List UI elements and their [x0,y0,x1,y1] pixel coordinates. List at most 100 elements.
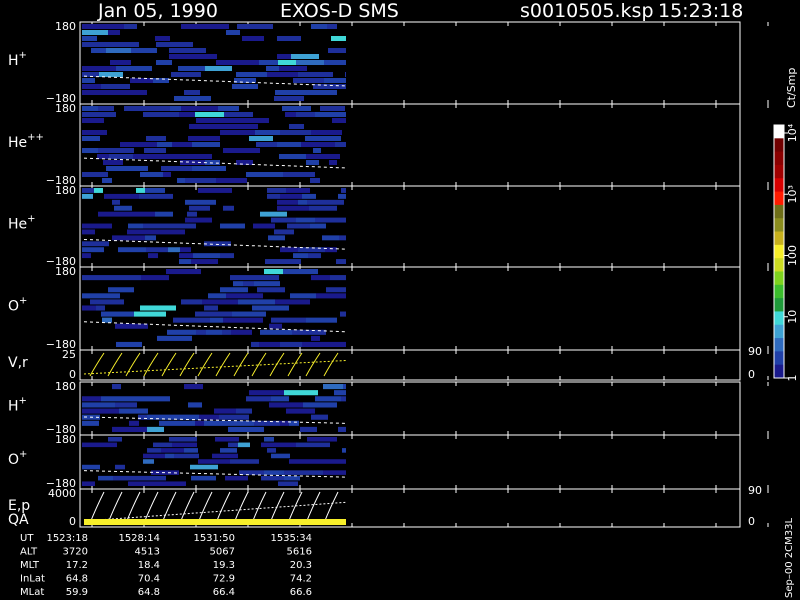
heat-cell [108,437,122,442]
heat-cell [215,437,239,442]
heat-cell [313,148,321,153]
heat-cell [271,396,289,402]
heat-cell [223,205,234,211]
heat-cell [192,166,226,171]
y-max-label: 180 [55,20,76,33]
colorbar-segment [774,258,784,272]
heat-cell [113,275,141,281]
header-file: s0010505.ksp [520,0,654,22]
heat-cell [98,106,114,111]
heat-cell [283,172,302,177]
heat-cell [145,475,166,481]
heat-cell [155,154,182,159]
heat-cell [277,199,298,205]
heat-cell [157,335,192,341]
heat-cell [264,269,283,275]
heat-cell [119,408,148,414]
heat-cell [204,420,238,426]
heat-cell [114,205,132,211]
heat-cell [316,293,346,299]
heat-cell [254,281,280,287]
heat-cell [223,317,247,323]
heat-cell [195,420,204,426]
heat-cell [311,24,327,29]
heat-cell [310,223,326,229]
heat-cell [133,154,155,159]
panel-label: O+ [8,449,27,468]
heat-cell [112,199,120,205]
heat-cell [216,178,247,183]
heat-cell [181,24,201,29]
heat-cell [306,154,340,159]
heat-cell [110,60,131,65]
ephemeris-value: 17.2 [66,560,88,571]
heat-cell [324,78,346,83]
heat-cell [161,166,192,171]
y-max-label: 180 [55,184,76,197]
heat-cell [260,329,292,335]
heat-cell [169,437,197,442]
heat-cell [246,396,271,402]
trace-curve [287,491,303,524]
heat-cell [210,317,223,323]
ephemeris-value: 19.3 [213,560,235,571]
heat-cell [82,275,113,281]
heat-cell [177,178,185,183]
heat-cell [303,402,337,408]
heat-cell [163,172,171,177]
heat-cell [344,259,346,264]
heat-cell [277,205,309,211]
heat-cell [82,464,100,470]
y-max-label: 180 [55,265,76,278]
heat-cell [292,329,326,335]
ephemeris-table: UT 1523:18 1528:14 1531:50 1535:34 ALT 3720 451… [20,533,312,598]
heat-cell [336,259,344,264]
heat-cell [280,130,311,135]
heat-cell [309,205,337,211]
heat-cell [232,311,266,317]
heat-cell [169,54,198,59]
ephemeris-row-label: MLT [20,560,40,571]
panel-label: H+ [8,50,27,69]
heat-cell [185,217,212,223]
heat-cell [257,287,285,293]
heat-cell [311,90,337,95]
heat-cell [199,414,219,420]
heat-cell [296,112,315,117]
heat-cell [182,154,193,159]
heat-cell [259,60,278,65]
heat-cell [212,299,238,305]
heat-cell [330,275,346,281]
heat-cell [302,172,315,177]
heat-cell [329,160,337,165]
heat-cell [301,142,335,147]
heat-cell [130,78,153,83]
heat-cell [320,106,345,111]
heat-cell [128,481,151,486]
heat-cell [193,154,212,159]
heat-cell [238,420,254,426]
heat-cell [102,24,124,29]
trace-curve [305,352,321,377]
heat-cell [120,142,157,147]
heat-cell [264,437,274,442]
heat-cell [184,90,200,95]
heat-cell [82,78,95,83]
heat-cell [191,475,216,481]
heat-cell [345,72,346,77]
heat-cell [279,66,307,71]
heat-cell [175,223,196,229]
heat-cell [327,24,337,29]
heat-cell [167,329,196,335]
heat-cell [129,420,139,426]
heat-cell [305,136,341,141]
heat-cell [134,311,166,317]
heat-cell [296,217,315,223]
heat-cell [322,235,339,241]
heat-cell [226,293,263,299]
heat-cell [184,384,203,390]
ephemeris-row-label: InLat [20,574,45,585]
heat-cell [82,229,95,235]
heat-cell [82,136,100,141]
panel-label: V,r [8,355,28,371]
